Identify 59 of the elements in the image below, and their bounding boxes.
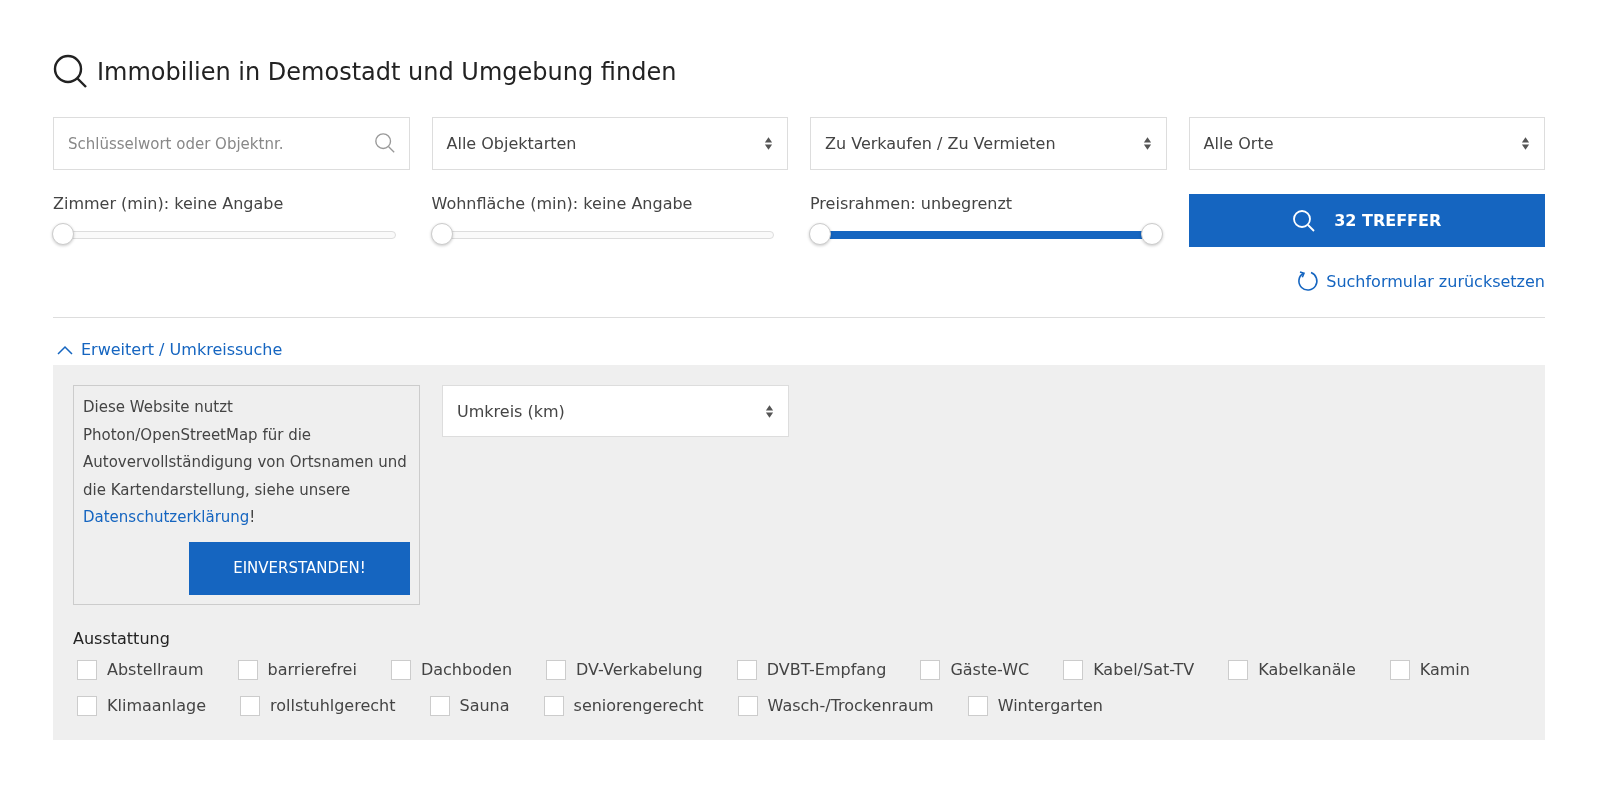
slider-handle[interactable] xyxy=(809,223,831,245)
checkbox-label: seniorengerecht xyxy=(573,696,704,715)
search-button[interactable]: 32 TREFFER xyxy=(1188,194,1545,247)
slider-label: Zimmer (min): keine Angabe xyxy=(53,194,285,213)
checkbox-label: Wasch-/Trockenraum xyxy=(767,696,934,715)
search-field[interactable]: Schlüsselwort oder Objektnr. xyxy=(53,117,410,170)
sort-arrows-icon xyxy=(765,403,774,419)
sort-arrows-icon xyxy=(764,136,773,151)
checkbox-label: Wintergarten xyxy=(997,696,1103,715)
checkbox-label: Sauna xyxy=(459,696,510,715)
checkbox-label: Abstellraum xyxy=(107,660,204,679)
checkbox-label: Kabelkanäle xyxy=(1258,660,1356,679)
search-icon xyxy=(1292,208,1317,233)
checkbox[interactable] xyxy=(77,695,97,716)
slider-handle[interactable] xyxy=(1140,223,1163,245)
page-title: Immobilien in Demostadt und Umgebung finden xyxy=(97,58,677,86)
checkbox[interactable] xyxy=(1228,659,1249,680)
checkbox[interactable] xyxy=(239,695,260,716)
accept-button[interactable]: EINVERSTANDEN! xyxy=(189,541,410,595)
checkbox-label: Gäste-WC xyxy=(950,660,1030,679)
checkbox[interactable] xyxy=(543,695,564,716)
checkbox[interactable] xyxy=(1063,659,1084,680)
checkbox-label: Dachboden xyxy=(420,660,513,679)
dropdown[interactable]: Zu Verkaufen / Zu Vermieten xyxy=(810,117,1167,170)
checkbox-label: Kabel/Sat-TV xyxy=(1093,660,1195,679)
checkbox-label: DVBT-Empfang xyxy=(766,660,887,679)
privacy-link[interactable]: Datenschutzerklärung xyxy=(83,508,250,526)
checkbox-label: rollstuhlgerecht xyxy=(269,696,396,715)
checkbox-label: DV-Verkabelung xyxy=(576,660,703,679)
dropdown[interactable]: Alle Orte xyxy=(1188,117,1545,170)
reset-link[interactable]: Suchformular zurücksetzen xyxy=(1296,269,1545,293)
sort-arrows-icon xyxy=(1142,136,1152,151)
section-label: Ausstattung xyxy=(73,628,171,648)
slider-handle[interactable] xyxy=(52,223,74,245)
checkbox[interactable] xyxy=(429,695,450,716)
checkbox-label: Kamin xyxy=(1419,660,1470,679)
slider-handle[interactable] xyxy=(430,223,453,245)
checkbox[interactable] xyxy=(920,659,941,680)
dropdown[interactable]: Umkreis (km) xyxy=(442,385,789,437)
dropdown[interactable]: Alle Objektarten xyxy=(431,117,788,170)
checkbox[interactable] xyxy=(967,695,988,716)
checkbox-label: Klimaanlage xyxy=(107,696,206,715)
slider-label: Preisrahmen: unbegrenzt xyxy=(810,194,1014,213)
chevron-icon xyxy=(57,344,73,355)
checkbox[interactable] xyxy=(737,695,758,716)
checkbox[interactable] xyxy=(237,659,258,680)
checkbox[interactable] xyxy=(1389,659,1410,680)
slider-label: Wohnfläche (min): keine Angabe xyxy=(431,194,694,213)
refresh-icon xyxy=(1296,269,1321,293)
notice-text: Diese Website nutzt Photon/OpenStreetMap für die Autovervollständigung von Ortsnamen und die Kartendarstellung, siehe unsere Datenschutzerklärung! xyxy=(83,397,408,528)
search-icon xyxy=(53,54,89,90)
search-icon xyxy=(373,132,396,154)
checkbox[interactable] xyxy=(390,659,411,680)
checkbox[interactable] xyxy=(77,659,97,680)
checkbox-label: barrierefrei xyxy=(267,660,357,679)
checkbox[interactable] xyxy=(736,659,757,680)
expander-link[interactable]: Erweitert / Umkreissuche xyxy=(57,340,283,359)
sort-arrows-icon xyxy=(1521,136,1530,151)
checkbox[interactable] xyxy=(546,659,567,680)
